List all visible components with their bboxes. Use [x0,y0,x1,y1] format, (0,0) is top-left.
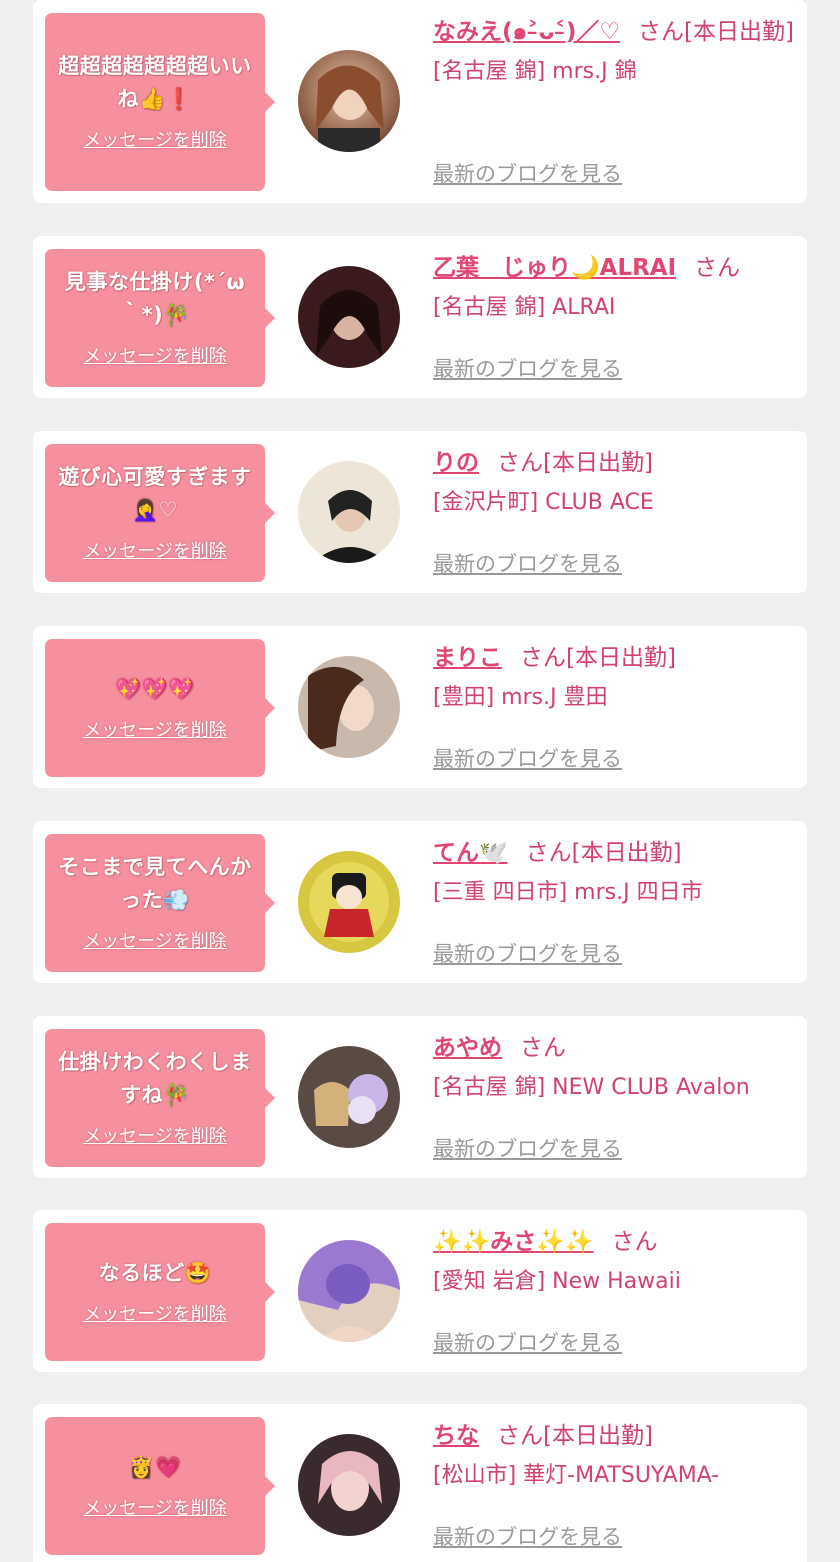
delete-message-button[interactable]: メッセージを削除 [83,342,227,368]
message-text: なるほど🤩 [98,1260,212,1285]
message-card: 見事な仕掛け(*´ω｀*)🎋 メッセージを削除 乙葉 じゅり🌙ALRAI さん [… [33,236,807,398]
cast-name-line: まりこ さん[本日出勤] [433,638,797,678]
cast-info: 乙葉 じゅり🌙ALRAI さん [名古屋 錦] ALRAI 最新のブログを見る [433,248,797,381]
cast-name-line: ✨✨みさ✨✨ さん [433,1222,797,1262]
cast-name-link[interactable]: あやめ [433,1035,502,1061]
cast-name-link[interactable]: まりこ [433,645,502,671]
avatar-photo-icon [298,1046,400,1148]
delete-message-button[interactable]: メッセージを削除 [83,537,227,563]
avatar[interactable] [298,1240,400,1342]
delete-message-button[interactable]: メッセージを削除 [83,1122,227,1148]
shop-label: [豊田] mrs.J 豊田 [433,685,608,710]
message-card: 💖💖💖 メッセージを削除 まりこ さん[本日出勤] [豊田] mrs.J 豊田 最… [33,626,807,788]
latest-blog-link[interactable]: 最新のブログを見る [433,158,622,188]
message-card: 👸💗 メッセージを削除 ちな さん[本日出勤] [松山市] 華灯-MATSUYAM… [33,1404,807,1562]
cast-suffix: さん[本日出勤] [497,450,653,476]
shop-label: [名古屋 錦] NEW CLUB Avalon [433,1075,750,1100]
latest-blog-link[interactable]: 最新のブログを見る [433,1327,622,1357]
cast-name-link[interactable]: なみえ(๑˃̵ᴗ˂̵)／♡ [433,19,620,45]
cast-name-link[interactable]: 乙葉 じゅり🌙ALRAI [433,255,676,281]
message-bubble: 👸💗 メッセージを削除 [45,1417,275,1555]
cast-name-link[interactable]: りの [433,450,479,476]
latest-blog-link[interactable]: 最新のブログを見る [433,1133,622,1163]
cast-suffix: さん[本日出勤] [497,1423,653,1449]
message-bubble: なるほど🤩 メッセージを削除 [45,1223,275,1361]
message-text: 仕掛けわくわくしますね🎋 [58,1050,252,1107]
latest-blog-link[interactable]: 最新のブログを見る [433,353,622,383]
delete-message-button[interactable]: メッセージを削除 [83,927,227,953]
cast-suffix: さん[本日出勤] [520,645,676,671]
latest-blog-link[interactable]: 最新のブログを見る [433,548,622,578]
message-bubble: 遊び心可愛すぎます🤦‍♀️♡ メッセージを削除 [45,444,275,582]
shop-label: [松山市] 華灯-MATSUYAMA- [433,1463,720,1488]
avatar-photo-icon [298,656,400,758]
cast-name-line: てん🕊️ さん[本日出勤] [433,833,797,873]
avatar[interactable] [298,656,400,758]
cast-info: ✨✨みさ✨✨ さん [愛知 岩倉] New Hawaii 最新のブログを見る [433,1222,797,1355]
message-card: そこまで見てへんかった💨 メッセージを削除 てん🕊️ さん[本日出勤] [三重 四… [33,821,807,983]
message-bubble: 仕掛けわくわくしますね🎋 メッセージを削除 [45,1029,275,1167]
cast-suffix: さん[本日出勤] [638,19,794,45]
message-text: 遊び心可愛すぎます🤦‍♀️♡ [58,465,252,522]
message-bubble: 💖💖💖 メッセージを削除 [45,639,275,777]
cast-name-line: なみえ(๑˃̵ᴗ˂̵)／♡ さん[本日出勤] [433,12,797,52]
message-card: なるほど🤩 メッセージを削除 ✨✨みさ✨✨ さん [愛知 岩倉] New Hawa… [33,1210,807,1372]
message-bubble: 超超超超超超超いいね👍❗ メッセージを削除 [45,13,275,191]
cast-name-line: ちな さん[本日出勤] [433,1416,797,1456]
delete-message-button[interactable]: メッセージを削除 [83,1300,227,1326]
latest-blog-link[interactable]: 最新のブログを見る [433,1521,622,1551]
message-text: 見事な仕掛け(*´ω｀*)🎋 [64,270,246,327]
cast-info: てん🕊️ さん[本日出勤] [三重 四日市] mrs.J 四日市 最新のブログを見… [433,833,797,966]
shop-label: [愛知 岩倉] New Hawaii [433,1269,681,1294]
latest-blog-link[interactable]: 最新のブログを見る [433,938,622,968]
message-list: 超超超超超超超いいね👍❗ メッセージを削除 なみえ(๑˃̵ᴗ˂̵)／♡ さん[本日… [0,0,840,1562]
message-card: 仕掛けわくわくしますね🎋 メッセージを削除 あやめ さん [名古屋 錦] NEW … [33,1016,807,1178]
message-bubble: そこまで見てへんかった💨 メッセージを削除 [45,834,275,972]
avatar[interactable] [298,461,400,563]
avatar-photo-icon [298,266,400,368]
cast-suffix: さん[本日出勤] [525,840,682,866]
cast-name-link[interactable]: ちな [433,1423,479,1449]
avatar-photo-icon [298,461,400,563]
shop-label: [三重 四日市] mrs.J 四日市 [433,880,703,905]
delete-message-button[interactable]: メッセージを削除 [83,1494,227,1520]
avatar-illustration-icon [298,851,400,953]
cast-info: あやめ さん [名古屋 錦] NEW CLUB Avalon 最新のブログを見る [433,1028,797,1161]
cast-suffix: さん [611,1229,658,1255]
avatar-photo-icon [298,1240,400,1342]
message-card: 超超超超超超超いいね👍❗ メッセージを削除 なみえ(๑˃̵ᴗ˂̵)／♡ さん[本日… [33,0,807,203]
cast-name-line: りの さん[本日出勤] [433,443,797,483]
avatar-photo-icon [298,1434,400,1536]
latest-blog-link[interactable]: 最新のブログを見る [433,743,622,773]
message-card: 遊び心可愛すぎます🤦‍♀️♡ メッセージを削除 りの さん[本日出勤] [金沢片町… [33,431,807,593]
message-text: 👸💗 [128,1454,182,1479]
shop-label: [金沢片町] CLUB ACE [433,490,654,515]
avatar[interactable] [298,1434,400,1536]
cast-name-line: 乙葉 じゅり🌙ALRAI さん [433,248,797,288]
cast-info: りの さん[本日出勤] [金沢片町] CLUB ACE 最新のブログを見る [433,443,797,576]
avatar[interactable] [298,50,400,152]
avatar[interactable] [298,266,400,368]
cast-info: ちな さん[本日出勤] [松山市] 華灯-MATSUYAMA- 最新のブログを見る [433,1416,797,1549]
avatar-photo-icon [298,50,400,152]
shop-label: [名古屋 錦] ALRAI [433,295,616,320]
shop-label: [名古屋 錦] mrs.J 錦 [433,59,637,84]
delete-message-button[interactable]: メッセージを削除 [83,126,227,152]
cast-name-line: あやめ さん [433,1028,797,1068]
message-bubble: 見事な仕掛け(*´ω｀*)🎋 メッセージを削除 [45,249,275,387]
avatar[interactable] [298,851,400,953]
avatar[interactable] [298,1046,400,1148]
message-text: そこまで見てへんかった💨 [58,855,252,912]
message-text: 💖💖💖 [115,676,195,701]
cast-suffix: さん [520,1035,566,1061]
cast-info: まりこ さん[本日出勤] [豊田] mrs.J 豊田 最新のブログを見る [433,638,797,771]
cast-info: なみえ(๑˃̵ᴗ˂̵)／♡ さん[本日出勤] [名古屋 錦] mrs.J 錦 最新… [433,12,797,186]
cast-suffix: さん [694,255,741,281]
message-text: 超超超超超超超いいね👍❗ [58,54,252,111]
delete-message-button[interactable]: メッセージを削除 [83,716,227,742]
cast-name-link[interactable]: てん🕊️ [433,840,508,866]
cast-name-link[interactable]: ✨✨みさ✨✨ [433,1229,594,1255]
